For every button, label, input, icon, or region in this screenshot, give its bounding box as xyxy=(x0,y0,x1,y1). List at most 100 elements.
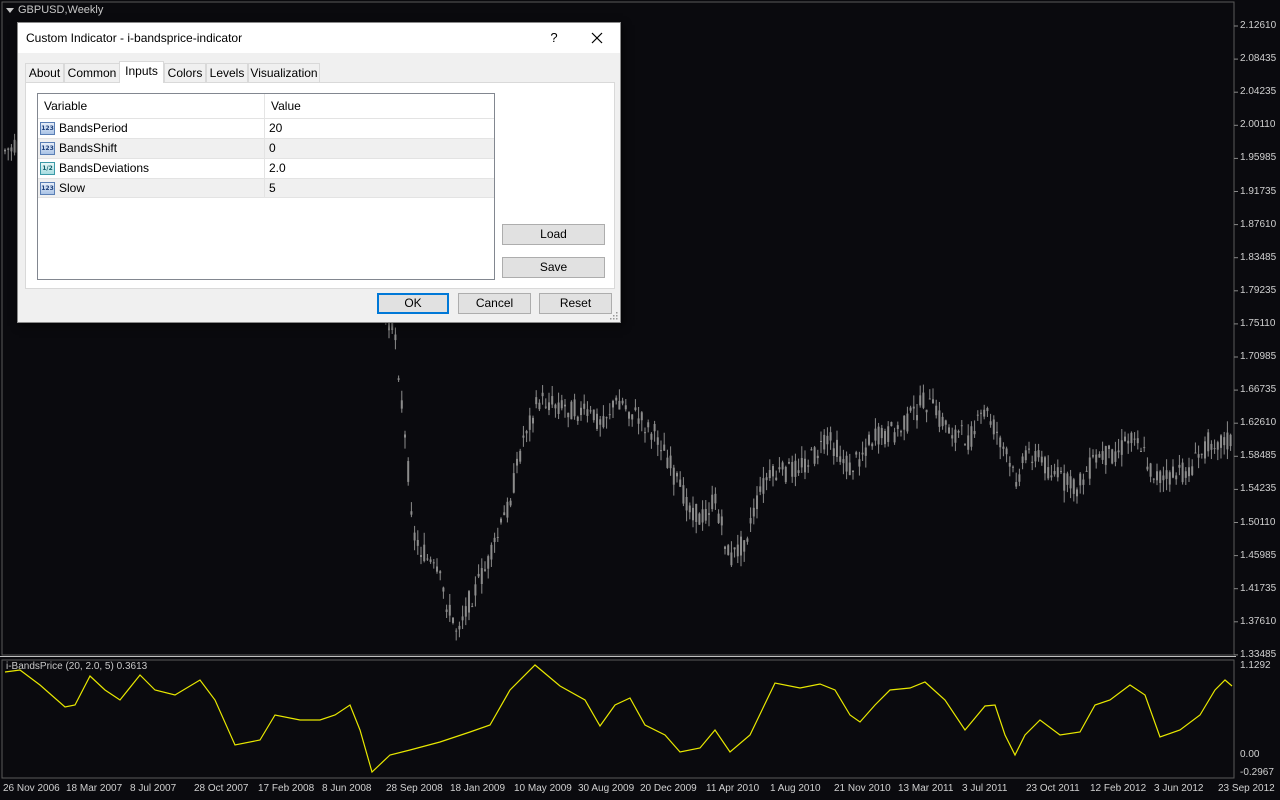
candle-body xyxy=(941,416,944,427)
header-variable[interactable]: Variable xyxy=(38,94,87,118)
price-tick-label: 1.87610 xyxy=(1240,218,1277,230)
candle-body xyxy=(13,139,16,153)
candle-body xyxy=(791,462,794,477)
candle-body xyxy=(455,630,458,632)
candle-body xyxy=(701,509,704,523)
candle-body xyxy=(749,517,752,524)
price-tick-label: 1.45985 xyxy=(1240,549,1277,561)
candle-body xyxy=(1229,434,1232,447)
inputs-grid[interactable]: Variable Value 123 BandsPeriod 20 123 Ba… xyxy=(37,93,495,280)
price-tick-label: 1.95985 xyxy=(1240,152,1277,164)
tab-visualization[interactable]: Visualization xyxy=(248,63,320,83)
candle-body xyxy=(458,625,461,630)
candle-body xyxy=(842,459,845,464)
candle-body xyxy=(1207,432,1210,452)
candle-body xyxy=(848,462,851,476)
tab-common[interactable]: Common xyxy=(64,63,120,83)
tab-levels[interactable]: Levels xyxy=(206,63,248,83)
candle-body xyxy=(989,421,992,425)
candle-body xyxy=(663,444,666,451)
date-tick-label: 21 Nov 2010 xyxy=(834,783,891,794)
candle-body xyxy=(1143,447,1146,449)
candle-body xyxy=(1194,452,1197,454)
variable-value[interactable]: 2.0 xyxy=(269,159,286,178)
variable-value[interactable]: 0 xyxy=(269,139,276,158)
date-tick-label: 8 Jun 2008 xyxy=(322,783,372,794)
date-tick-label: 28 Sep 2008 xyxy=(386,783,443,794)
candle-body xyxy=(1216,442,1219,450)
candle-body xyxy=(1088,457,1091,479)
candle-body xyxy=(618,400,621,410)
candle-body xyxy=(1082,479,1085,485)
tab-colors[interactable]: Colors xyxy=(164,63,206,83)
help-button[interactable]: ? xyxy=(544,28,564,48)
candle-body xyxy=(877,426,880,445)
candle-body xyxy=(1130,432,1133,444)
candle-body xyxy=(746,538,749,542)
candle-body xyxy=(1133,438,1136,440)
chart-menu-icon[interactable] xyxy=(6,7,14,13)
candle-body xyxy=(602,416,605,428)
candle-body xyxy=(500,518,502,523)
candle-body xyxy=(583,403,586,409)
candle-body xyxy=(644,432,646,434)
candle-body xyxy=(1037,450,1040,458)
table-row[interactable]: 123 BandsPeriod 20 xyxy=(38,118,494,138)
save-button[interactable]: Save xyxy=(502,257,605,278)
candle-body xyxy=(1008,462,1011,467)
variable-value[interactable]: 20 xyxy=(269,119,282,138)
candle-body xyxy=(698,513,701,525)
date-tick-label: 23 Oct 2011 xyxy=(1026,783,1080,794)
candle-body xyxy=(976,414,979,416)
candle-body xyxy=(576,416,579,422)
candle-body xyxy=(1012,466,1014,468)
tab-inputs[interactable]: Inputs xyxy=(119,61,164,83)
header-value[interactable]: Value xyxy=(265,94,301,118)
load-button[interactable]: Load xyxy=(502,224,605,245)
candle-body xyxy=(1028,448,1030,450)
integer-type-icon: 123 xyxy=(40,122,55,135)
variable-value[interactable]: 5 xyxy=(269,179,276,198)
candle-body xyxy=(404,434,406,438)
candle-body xyxy=(432,562,435,564)
table-row[interactable]: 123 BandsShift 0 xyxy=(38,138,494,158)
candle-body xyxy=(4,149,6,152)
candle-body xyxy=(1200,453,1203,455)
close-button[interactable] xyxy=(586,28,608,48)
candle-body xyxy=(525,431,528,434)
candle-body xyxy=(1063,473,1066,491)
price-tick-label: 1.83485 xyxy=(1240,251,1277,263)
candle-body xyxy=(740,536,742,556)
candle-body xyxy=(570,401,573,420)
candle-body xyxy=(7,148,10,150)
date-tick-label: 3 Jun 2012 xyxy=(1154,783,1204,794)
candle-body xyxy=(1044,457,1046,474)
indicator-tick-label: 1.1292 xyxy=(1240,660,1271,671)
table-row[interactable]: 123 Slow 5 xyxy=(38,178,494,198)
cancel-button[interactable]: Cancel xyxy=(458,293,531,314)
candle-body xyxy=(442,587,445,592)
candle-body xyxy=(1146,466,1149,470)
tab-about[interactable]: About xyxy=(25,63,64,83)
candle-body xyxy=(730,552,733,566)
candle-body xyxy=(1204,441,1206,459)
price-tick-label: 1.75110 xyxy=(1240,317,1276,329)
candle-body xyxy=(394,334,397,341)
candle-body xyxy=(964,444,966,446)
candle-body xyxy=(912,406,915,409)
resize-grip-icon[interactable] xyxy=(610,312,618,320)
dialog-titlebar[interactable]: Custom Indicator - i-bandsprice-indicato… xyxy=(18,23,620,53)
candle-body xyxy=(768,470,771,479)
candle-body xyxy=(615,397,618,401)
candle-body xyxy=(628,412,630,419)
date-tick-label: 18 Jan 2009 xyxy=(450,783,506,794)
candle-body xyxy=(1066,473,1069,485)
candle-body xyxy=(461,616,464,621)
price-tick-label: 2.04235 xyxy=(1240,86,1277,98)
ok-button[interactable]: OK xyxy=(377,293,449,314)
candle-body xyxy=(484,569,486,571)
candle-body xyxy=(992,419,995,435)
table-row[interactable]: 1/2 BandsDeviations 2.0 xyxy=(38,158,494,178)
reset-button[interactable]: Reset xyxy=(539,293,612,314)
candle-body xyxy=(887,426,890,442)
